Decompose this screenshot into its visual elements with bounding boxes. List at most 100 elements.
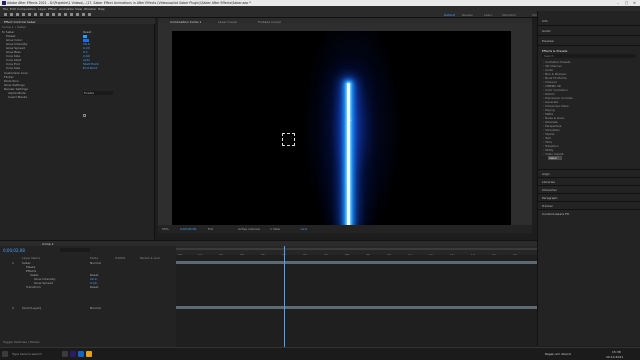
minimize-icon[interactable]: – bbox=[617, 1, 619, 5]
eraser-tool-icon[interactable] bbox=[76, 13, 79, 16]
layer-bar-saber[interactable] bbox=[176, 261, 537, 264]
layer-anchor-box[interactable] bbox=[282, 133, 295, 146]
views-dropdown[interactable]: 1 View bbox=[270, 227, 280, 231]
windows-taskbar: Type here to search Regen am Abend 15:38… bbox=[0, 347, 640, 360]
effects-presets-header[interactable]: Effects & Presets bbox=[542, 49, 567, 53]
separator bbox=[538, 169, 640, 170]
selection-tool-icon[interactable] bbox=[10, 13, 13, 16]
pen-tool-icon[interactable] bbox=[52, 13, 55, 16]
separator bbox=[538, 45, 640, 46]
column-header-layer-name[interactable]: Layer Name bbox=[22, 256, 40, 260]
separator bbox=[538, 35, 640, 36]
playhead[interactable] bbox=[284, 246, 285, 348]
preset-swatch[interactable] bbox=[83, 34, 87, 38]
file-explorer-taskbar-icon[interactable] bbox=[86, 351, 92, 357]
taskbar-search-input[interactable]: Type here to search bbox=[12, 352, 42, 356]
pan-behind-tool-icon[interactable] bbox=[40, 13, 43, 16]
zoom-dropdown[interactable]: 50% bbox=[162, 227, 169, 231]
tab-comp-1[interactable]: Comp 1 bbox=[42, 242, 54, 246]
layer-bar-solid[interactable] bbox=[176, 306, 537, 309]
viewer-footer: 50% 0;00;00;00 Full Active Camera 1 View… bbox=[158, 225, 532, 233]
maximize-icon[interactable]: □ bbox=[625, 1, 628, 5]
puppet-tool-icon[interactable] bbox=[88, 13, 91, 16]
mouse-cursor-icon: ↖ bbox=[348, 117, 353, 123]
toggle-switches-modes[interactable]: Toggle Switches / Modes bbox=[3, 340, 40, 344]
weather-status[interactable]: Regen am Abend bbox=[545, 352, 571, 356]
separator bbox=[538, 177, 640, 178]
tracker-panel-header[interactable]: Tracker bbox=[542, 204, 553, 208]
audio-panel-header[interactable]: Audio bbox=[542, 29, 551, 33]
brush-tool-icon[interactable] bbox=[64, 13, 67, 16]
layer-index: 1 bbox=[12, 261, 14, 265]
composition-canvas[interactable]: ↖ bbox=[172, 31, 511, 225]
exposure-value[interactable]: +0.0 bbox=[300, 227, 307, 231]
workspace-standard[interactable]: Standard bbox=[502, 13, 516, 17]
workspace-learn[interactable]: Learn bbox=[484, 13, 492, 17]
hand-tool-icon[interactable] bbox=[16, 13, 19, 16]
layer-list: Layer Name Mode TrkMat Parent & Link 1 S… bbox=[0, 255, 176, 348]
home-icon[interactable] bbox=[4, 13, 7, 16]
windows-start-icon[interactable] bbox=[2, 351, 8, 357]
content-aware-fill-header[interactable]: Content-Aware Fill bbox=[542, 212, 569, 216]
current-time[interactable]: 0;00;00;00 bbox=[180, 227, 196, 231]
effect-row: Invert Masks bbox=[8, 95, 28, 99]
separator bbox=[538, 25, 640, 26]
effect-value[interactable]: End Point bbox=[83, 66, 97, 70]
effect-controls-layer-path: Comp 1 • Saber bbox=[2, 25, 27, 29]
task-view-icon[interactable] bbox=[62, 351, 68, 357]
alpha-mode-dropdown[interactable]: Enable bbox=[83, 91, 113, 95]
resolution-dropdown[interactable]: Full bbox=[208, 227, 213, 231]
effect-reset-button[interactable]: Reset bbox=[83, 30, 91, 34]
rectangle-tool-icon[interactable] bbox=[46, 13, 49, 16]
after-effects-taskbar-icon[interactable] bbox=[70, 351, 76, 357]
camera-dropdown[interactable]: Active Camera bbox=[238, 227, 260, 231]
effect-controls-panel: Effect Controls Saber Comp 1 • Saber fx … bbox=[0, 18, 155, 240]
layer-transform-reset[interactable]: Reset bbox=[90, 285, 98, 289]
workspace-review[interactable]: Review bbox=[462, 13, 473, 17]
zoom-tool-icon[interactable] bbox=[22, 13, 25, 16]
libraries-panel-header[interactable]: Libraries bbox=[542, 180, 555, 184]
workspace-default[interactable]: Default bbox=[444, 13, 455, 17]
taskbar-clock-time[interactable]: 15:38 bbox=[612, 350, 621, 354]
separator bbox=[538, 193, 640, 194]
info-panel-header[interactable]: Info bbox=[542, 19, 548, 23]
time-ruler[interactable]: 00s 01s 02s 03s 04s 05s 06s 07s 08s 09s … bbox=[176, 246, 537, 257]
close-icon[interactable]: ✕ bbox=[633, 1, 636, 5]
layer-name[interactable]: [Solid Layer] bbox=[22, 306, 41, 310]
camera-tool-icon[interactable] bbox=[34, 13, 37, 16]
paragraph-panel-header[interactable]: Paragraph bbox=[542, 196, 557, 200]
timeline-panel: Comp 1 0;00;02;08 00s 01s 02s 03s 04s 05… bbox=[0, 240, 537, 348]
after-effects-app-icon bbox=[2, 1, 6, 5]
layer-mode[interactable]: Normal bbox=[90, 306, 101, 310]
layer-group[interactable]: Transform bbox=[26, 285, 41, 289]
separator bbox=[538, 209, 640, 210]
layer-index: 2 bbox=[12, 306, 14, 310]
timeline-search-input[interactable] bbox=[60, 248, 90, 252]
column-header-mode[interactable]: Mode bbox=[90, 256, 98, 260]
character-panel-header[interactable]: Character bbox=[542, 188, 557, 192]
timeline-current-time[interactable]: 0;00;02;08 bbox=[3, 248, 25, 253]
right-panel: Info Audio Preview Effects & Presets Sea… bbox=[537, 11, 640, 346]
effects-search-input[interactable]: Search bbox=[542, 54, 636, 58]
type-tool-icon[interactable] bbox=[58, 13, 61, 16]
edge-taskbar-icon[interactable] bbox=[78, 351, 84, 357]
composition-viewer[interactable]: ↖ 50% 0;00;00;00 Full Active Camera 1 Vi… bbox=[158, 23, 532, 233]
separator bbox=[538, 201, 640, 202]
rotate-tool-icon[interactable] bbox=[28, 13, 31, 16]
align-panel-header[interactable]: Align bbox=[542, 172, 550, 176]
effect-controls-tabbar: Effect Controls Saber bbox=[0, 18, 155, 24]
timeline-graph[interactable] bbox=[176, 246, 537, 348]
preview-panel-header[interactable]: Preview bbox=[542, 39, 554, 43]
column-header-trkmat[interactable]: TrkMat bbox=[115, 256, 125, 260]
separator bbox=[538, 185, 640, 186]
column-header-parent[interactable]: Parent & Link bbox=[140, 256, 160, 260]
layer-mode[interactable]: Normal bbox=[90, 261, 101, 265]
effects-item-selected[interactable]: Saber bbox=[548, 156, 562, 160]
invert-masks-checkbox[interactable] bbox=[83, 113, 86, 117]
taskbar-clock-date[interactable]: 20.10.2021 bbox=[606, 355, 623, 359]
work-area-bar[interactable] bbox=[176, 248, 537, 250]
saber-blade bbox=[347, 83, 350, 225]
roto-brush-icon[interactable] bbox=[82, 13, 85, 16]
tab-effect-controls[interactable]: Effect Controls Saber bbox=[4, 20, 36, 24]
clone-tool-icon[interactable] bbox=[70, 13, 73, 16]
